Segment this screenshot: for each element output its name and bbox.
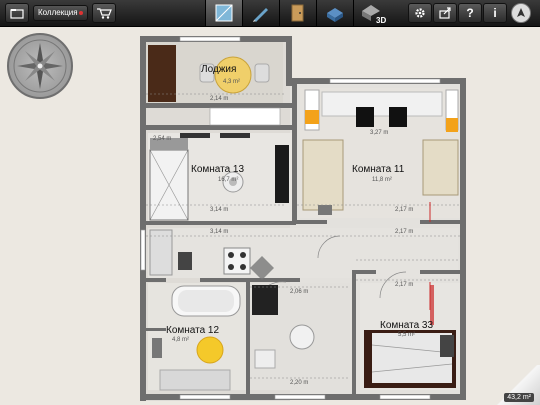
dimension-label: 2,06 m [290,289,309,295]
room33-label: Комната 33 [380,320,434,331]
room11-area: 11,8 m² [372,177,392,183]
dimension-label: 2,14 m [210,96,229,102]
loggia-area: 4,3 m² [223,79,241,85]
dimension-label: 2,20 m [290,380,309,386]
dimension-label: 2,17 m [395,282,414,288]
room11-label: Комната 11 [352,164,405,175]
dimension-label: 2,17 m [395,207,414,213]
room12-label: Комната 12 [166,325,220,336]
room13-area: 16,7 m² [218,177,239,183]
floor-plan[interactable] [0,0,540,405]
total-area-badge: 43,2 m² [504,393,534,402]
dimension-label: 3,14 m [210,207,229,213]
room13-label: Комната 13 [191,164,245,175]
dimension-label: 2,54 m [153,136,172,142]
room33-area: 5,5 m² [398,332,416,338]
dimension-label: 3,27 m [370,130,389,136]
room12-area: 4,8 m² [172,337,190,343]
dimension-label: 3,14 m [210,229,229,235]
loggia-label: Лоджия [201,64,237,75]
hallway-floor [148,228,458,278]
dimension-label: 2,17 m [395,229,414,235]
